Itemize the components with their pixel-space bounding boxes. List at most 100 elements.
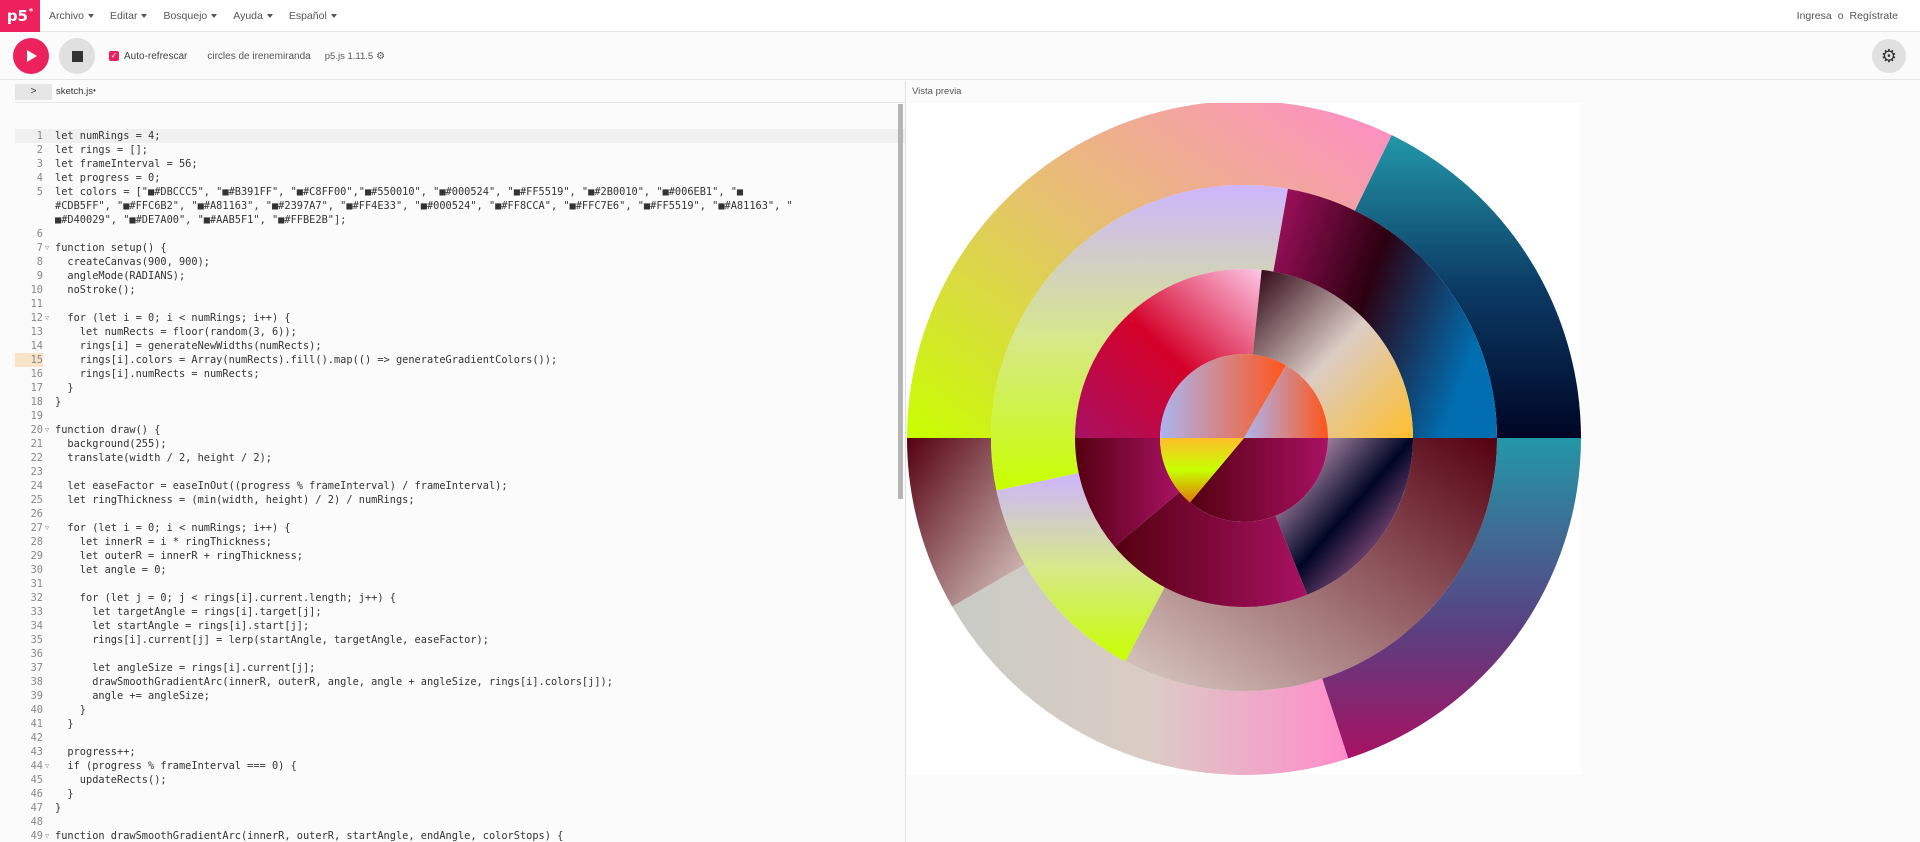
code-line[interactable]: 8 createCanvas(900, 900); xyxy=(15,255,905,269)
code-line[interactable]: 6 xyxy=(15,227,905,241)
code-line[interactable]: 20 ▽ function draw() { xyxy=(15,423,905,437)
or-text: o xyxy=(1837,10,1844,22)
fold-toggle-icon[interactable]: ▽ xyxy=(45,759,49,773)
code-line[interactable]: 47} xyxy=(15,801,905,815)
code-line[interactable]: 10 noStroke(); xyxy=(15,283,905,297)
code-line[interactable]: 26 xyxy=(15,507,905,521)
code-line[interactable]: 28 let innerR = i * ringThickness; xyxy=(15,535,905,549)
code-line[interactable]: 24 let easeFactor = easeInOut((progress … xyxy=(15,479,905,493)
code-line[interactable]: 22 translate(width / 2, height / 2); xyxy=(15,451,905,465)
code-line[interactable]: 11 xyxy=(15,297,905,311)
line-number: 35 xyxy=(30,634,43,646)
code-line[interactable]: 21 background(255); xyxy=(15,437,905,451)
code-line[interactable]: 25 let ringThickness = (min(width, heigh… xyxy=(15,493,905,507)
code-line[interactable]: 45 updateRects(); xyxy=(15,773,905,787)
code-line[interactable]: 1 let numRings = 4; xyxy=(15,129,905,143)
code-line[interactable]: 48 xyxy=(15,815,905,829)
p5-logo[interactable]: p5 * xyxy=(0,0,40,32)
caret-down-icon xyxy=(266,13,273,18)
code-editor[interactable]: 1 let numRings = 4; 2 let rings = []; 3 let f… xyxy=(15,102,905,842)
line-number: 32 xyxy=(30,592,43,604)
menu-language[interactable]: Español xyxy=(289,10,337,22)
code-line[interactable]: 17 } xyxy=(15,381,905,395)
line-number: 13 xyxy=(30,326,43,338)
code-line[interactable]: 42 xyxy=(15,731,905,745)
code-line[interactable]: 32 for (let j = 0; j < rings[i].current.… xyxy=(15,591,905,605)
code-line[interactable]: ■#D40029", "■#DE7A00", "■#AAB5F1", "■#FF… xyxy=(15,213,905,227)
preview-label: Vista previa xyxy=(912,86,962,97)
code-text: background(255); xyxy=(55,438,167,450)
auto-refresh-toggle[interactable]: ✓ Auto-refrescar xyxy=(109,51,187,62)
line-number: 8 xyxy=(36,256,43,268)
line-number: 9 xyxy=(36,270,43,282)
code-line[interactable]: 15 rings[i].colors = Array(numRects).fil… xyxy=(15,353,905,367)
menu-archivo[interactable]: Archivo xyxy=(49,10,95,22)
fold-toggle-icon[interactable]: ▽ xyxy=(45,521,49,535)
code-text: let numRings = 4; xyxy=(55,130,161,142)
file-tab[interactable]: sketch.js• xyxy=(56,86,96,97)
code-line[interactable]: 33 let targetAngle = rings[i].target[j]; xyxy=(15,605,905,619)
code-line[interactable]: 12 ▽ for (let i = 0; i < numRings; i++) { xyxy=(15,311,905,325)
code-line[interactable]: 19 xyxy=(15,409,905,423)
code-line[interactable]: 40 } xyxy=(15,703,905,717)
fold-toggle-icon[interactable]: ▽ xyxy=(45,311,49,325)
code-line[interactable]: 35 rings[i].current[j] = lerp(startAngle… xyxy=(15,633,905,647)
code-text: function setup() { xyxy=(55,242,167,254)
code-line[interactable]: 7 ▽ function setup() { xyxy=(15,241,905,255)
code-line[interactable]: 4 let progress = 0; xyxy=(15,171,905,185)
line-number: 39 xyxy=(30,690,43,702)
code-line[interactable]: 44 ▽ if (progress % frameInterval === 0) … xyxy=(15,759,905,773)
code-text: for (let j = 0; j < rings[i].current.len… xyxy=(55,592,396,604)
menu-editar[interactable]: Editar xyxy=(110,10,148,22)
code-line[interactable]: 16 rings[i].numRects = numRects; xyxy=(15,367,905,381)
code-text: let progress = 0; xyxy=(55,172,161,184)
menu-bosquejo[interactable]: Bosquejo xyxy=(163,10,218,22)
fold-toggle-icon[interactable]: ▽ xyxy=(45,423,49,437)
sidebar-toggle-button[interactable]: > xyxy=(15,83,52,100)
sketch-name[interactable]: circles de irenemiranda xyxy=(207,51,310,62)
code-text: function draw() { xyxy=(55,424,161,436)
version-selector[interactable]: p5.js 1.11.5 ⚙ xyxy=(325,51,385,62)
settings-button[interactable]: ⚙ xyxy=(1872,39,1906,73)
line-number: 12 xyxy=(30,312,43,324)
code-line[interactable]: 46 } xyxy=(15,787,905,801)
fold-toggle-icon[interactable]: ▽ xyxy=(45,241,49,255)
code-line[interactable]: #CDB5FF", "■#FFC6B2", "■#A81163", "■#239… xyxy=(15,199,905,213)
code-line[interactable]: 39 angle += angleSize; xyxy=(15,689,905,703)
code-line[interactable]: 18} xyxy=(15,395,905,409)
code-line[interactable]: 36 xyxy=(15,647,905,661)
code-line[interactable]: 23 xyxy=(15,465,905,479)
code-text: angleMode(RADIANS); xyxy=(55,270,186,282)
signup-link[interactable]: Regístrate xyxy=(1850,10,1898,22)
code-text: createCanvas(900, 900); xyxy=(55,256,210,268)
line-number: 24 xyxy=(30,480,43,492)
code-line[interactable]: 9 angleMode(RADIANS); xyxy=(15,269,905,283)
menu-ayuda[interactable]: Ayuda xyxy=(233,10,273,22)
code-line[interactable]: 37 let angleSize = rings[i].current[j]; xyxy=(15,661,905,675)
code-line[interactable]: 30 let angle = 0; xyxy=(15,563,905,577)
code-line[interactable]: 49 ▽ function drawSmoothGradientArc(innerR… xyxy=(15,829,905,842)
fold-toggle-icon[interactable]: ▽ xyxy=(45,829,49,842)
code-line[interactable]: 41 } xyxy=(15,717,905,731)
code-line[interactable]: 27 ▽ for (let i = 0; i < numRings; i++) { xyxy=(15,521,905,535)
editor-scrollbar[interactable] xyxy=(898,104,903,499)
code-line[interactable]: 13 let numRects = floor(random(3, 6)); xyxy=(15,325,905,339)
code-line[interactable]: 34 let startAngle = rings[i].start[j]; xyxy=(15,619,905,633)
code-line[interactable]: 31 xyxy=(15,577,905,591)
auto-refresh-checkbox[interactable]: ✓ xyxy=(109,51,119,61)
code-line[interactable]: 2 let rings = []; xyxy=(15,143,905,157)
code-line[interactable]: 3 let frameInterval = 56; xyxy=(15,157,905,171)
code-line[interactable]: 38 drawSmoothGradientArc(innerR, outerR,… xyxy=(15,675,905,689)
code-line[interactable]: 14 rings[i] = generateNewWidths(numRects… xyxy=(15,339,905,353)
stop-button[interactable] xyxy=(59,38,95,74)
code-line[interactable]: 5 let colors = ["■#DBCCC5", "■#B391FF", "… xyxy=(15,185,905,199)
line-number: 7 xyxy=(36,242,43,254)
pane-divider[interactable] xyxy=(905,81,906,842)
play-button[interactable] xyxy=(13,38,49,74)
preview-canvas[interactable] xyxy=(907,100,1581,775)
line-number: 25 xyxy=(30,494,43,506)
login-link[interactable]: Ingresa xyxy=(1797,10,1832,22)
line-number: 42 xyxy=(30,732,43,744)
code-line[interactable]: 43 progress++; xyxy=(15,745,905,759)
code-line[interactable]: 29 let outerR = innerR + ringThickness; xyxy=(15,549,905,563)
